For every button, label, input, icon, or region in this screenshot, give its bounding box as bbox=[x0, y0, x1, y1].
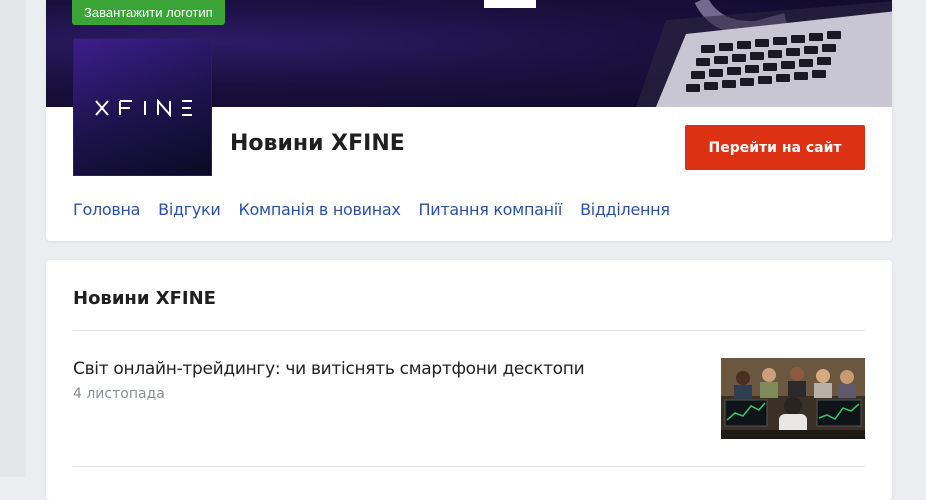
news-heading: Новини XFINE bbox=[73, 288, 216, 309]
tab-reviews[interactable]: Відгуки bbox=[158, 200, 221, 219]
company-title: Новини XFINE bbox=[230, 131, 405, 156]
xfine-wordmark bbox=[95, 99, 192, 117]
upload-logo-button[interactable]: Завантажити логотип bbox=[72, 0, 225, 25]
tab-branches[interactable]: Відділення bbox=[580, 200, 670, 219]
tab-home[interactable]: Головна bbox=[73, 200, 140, 219]
news-item-thumbnail[interactable] bbox=[721, 358, 865, 439]
news-item-date: 4 листопада bbox=[73, 386, 165, 402]
tab-company-in-news[interactable]: Компанія в новинах bbox=[239, 200, 401, 219]
news-item-title[interactable]: Світ онлайн-трейдингу: чи витіснять смар… bbox=[73, 359, 585, 379]
divider bbox=[73, 330, 865, 331]
divider bbox=[73, 466, 865, 467]
tab-company-questions[interactable]: Питання компанії bbox=[419, 200, 563, 219]
cover-brand-letters bbox=[484, 0, 536, 8]
news-card: Новини XFINE Світ онлайн-трейдингу: чи в… bbox=[46, 260, 892, 500]
page-left-gutter bbox=[0, 0, 26, 477]
go-to-site-button[interactable]: Перейти на сайт bbox=[685, 125, 865, 170]
laptop-illustration bbox=[636, 0, 892, 107]
company-logo bbox=[73, 38, 212, 176]
company-tabs: Головна Відгуки Компанія в новинах Питан… bbox=[73, 200, 670, 219]
company-header-card: Завантажити логотип Новини XFINE Перейти… bbox=[46, 0, 892, 241]
